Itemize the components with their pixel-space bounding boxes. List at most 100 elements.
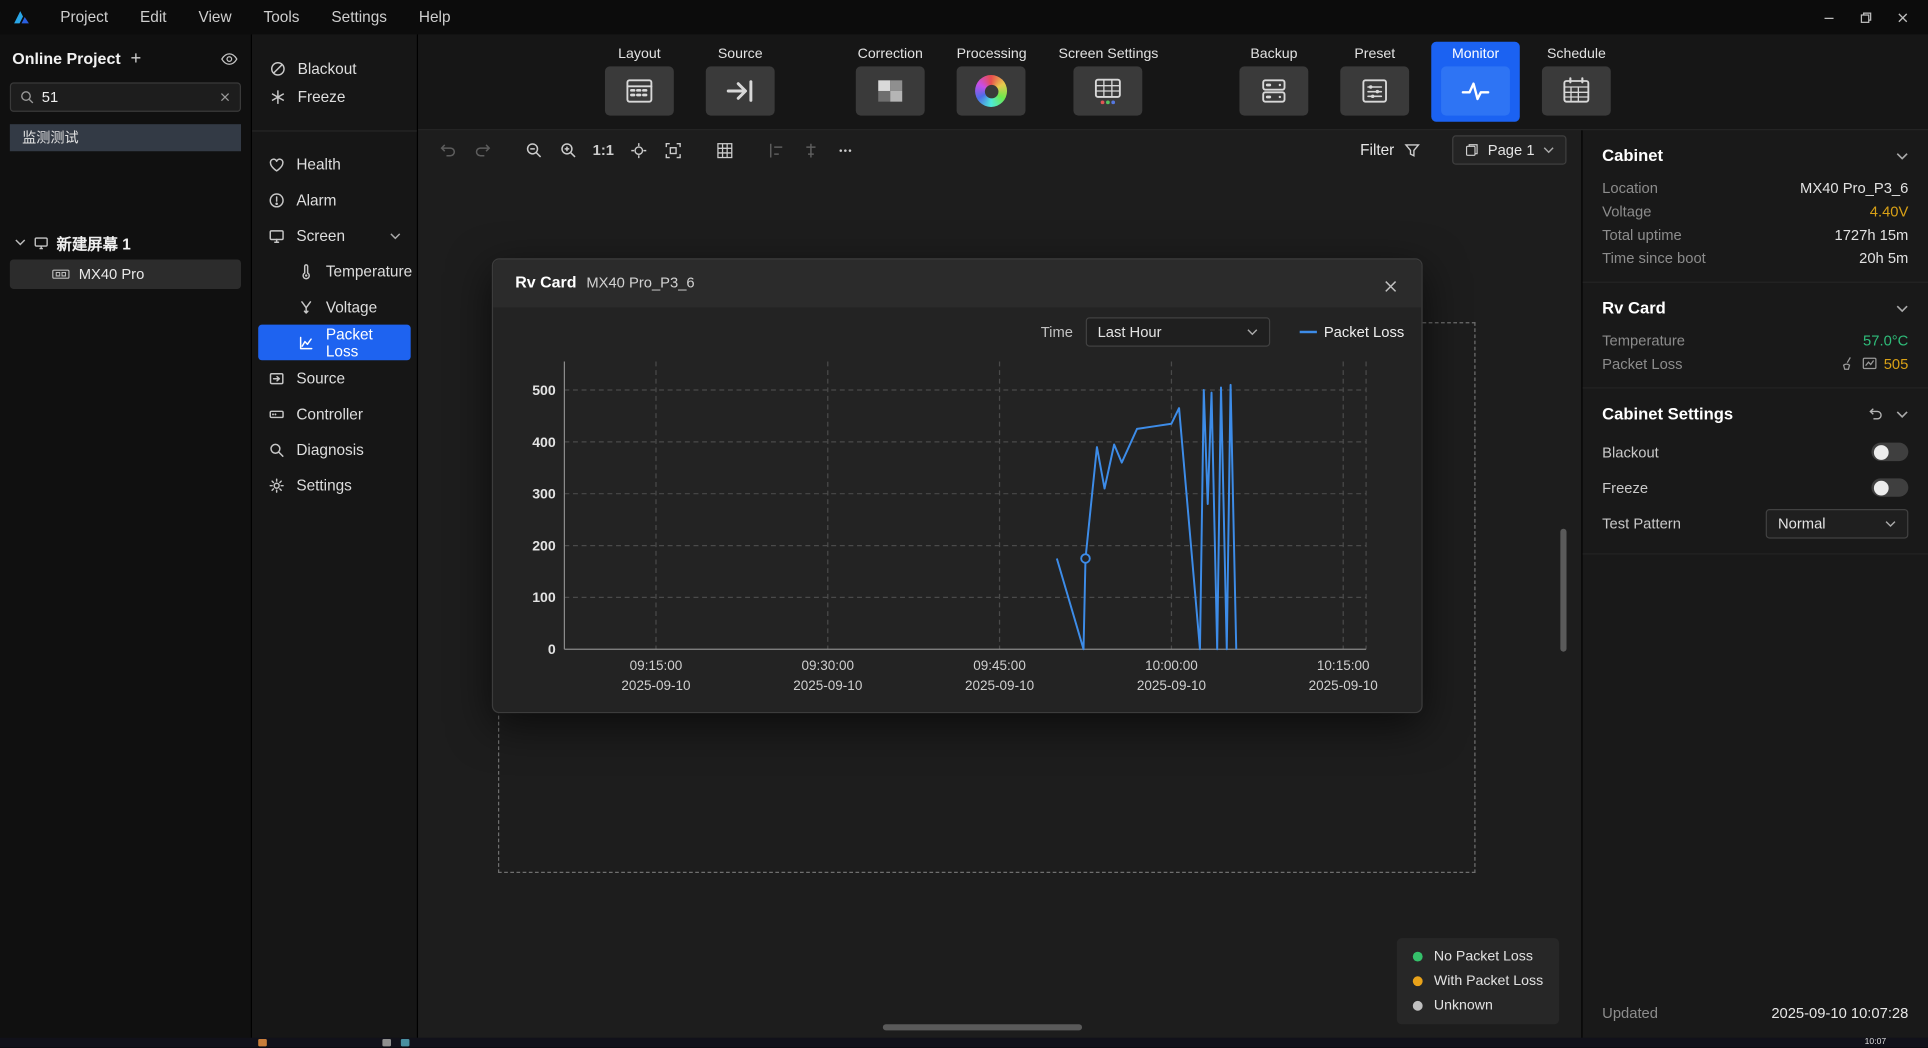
- freeze-status[interactable]: Freeze: [269, 88, 399, 105]
- undo-icon[interactable]: [433, 136, 463, 163]
- minimize-button[interactable]: [1810, 1, 1847, 33]
- health-icon: [268, 156, 285, 173]
- nav-item-settings[interactable]: Settings: [258, 467, 410, 503]
- nav-item-temperature[interactable]: Temperature: [258, 253, 410, 289]
- ribbon-label: Processing: [957, 47, 1027, 62]
- menu-tools[interactable]: Tools: [248, 2, 316, 32]
- ribbon-source-button[interactable]: Source: [696, 42, 785, 122]
- ribbon-monitor-button[interactable]: Monitor: [1431, 42, 1520, 122]
- ribbon-processing-button[interactable]: Processing: [947, 42, 1037, 122]
- grid-icon[interactable]: [710, 136, 740, 163]
- ribbon-backup-button[interactable]: Backup: [1230, 42, 1319, 122]
- svg-text:09:30:00: 09:30:00: [801, 658, 854, 673]
- test-pattern-select[interactable]: Normal: [1766, 508, 1909, 538]
- add-project-button[interactable]: +: [131, 49, 142, 67]
- rv-card-info-rows: Temperature57.0°CPacket Loss505: [1602, 328, 1908, 375]
- nav-item-packet-loss[interactable]: Packet Loss: [258, 325, 410, 361]
- menu-view[interactable]: View: [183, 2, 248, 32]
- project-search: [10, 82, 241, 112]
- zoom-out-icon[interactable]: [519, 136, 549, 163]
- project-panel: Online Project + 监测测试 新建屏幕 1: [0, 34, 252, 1037]
- dialog-subtitle: MX40 Pro_P3_6: [586, 274, 694, 291]
- reset-icon[interactable]: [1867, 406, 1884, 422]
- freeze-toggle[interactable]: [1871, 478, 1908, 496]
- screen-icon: [33, 234, 49, 250]
- voltage-icon: [298, 298, 315, 315]
- screen-icon: [268, 227, 285, 244]
- more-icon[interactable]: [830, 136, 860, 163]
- blackout-icon: [269, 60, 286, 77]
- funnel-icon[interactable]: [1404, 142, 1420, 158]
- ribbon-layout-button[interactable]: Layout: [595, 42, 684, 122]
- align-center-icon[interactable]: [796, 136, 826, 163]
- svg-text:09:15:00: 09:15:00: [630, 658, 683, 673]
- nav-item-voltage[interactable]: Voltage: [258, 289, 410, 325]
- eye-icon[interactable]: [220, 51, 238, 66]
- taskbar-clock: 10:07: [1865, 1038, 1887, 1048]
- nav-label: Source: [296, 369, 345, 386]
- svg-text:2025-09-10: 2025-09-10: [793, 678, 862, 693]
- blackout-status[interactable]: Blackout: [269, 60, 399, 77]
- nav-item-health[interactable]: Health: [258, 146, 410, 182]
- fit-screen-icon[interactable]: [658, 136, 688, 163]
- close-window-button[interactable]: [1884, 1, 1921, 33]
- taskbar-app-icon[interactable]: [258, 1039, 267, 1046]
- menu-edit[interactable]: Edit: [124, 2, 182, 32]
- redo-icon[interactable]: [467, 136, 497, 163]
- nav-item-alarm[interactable]: Alarm: [258, 182, 410, 218]
- menu-settings[interactable]: Settings: [315, 2, 403, 32]
- ribbon-correction-button[interactable]: Correction: [846, 42, 935, 122]
- nav-item-controller[interactable]: Controller: [258, 396, 410, 432]
- taskbar-app-icon[interactable]: [382, 1039, 391, 1046]
- ribbon-schedule-button[interactable]: Schedule: [1532, 42, 1621, 122]
- align-left-icon[interactable]: [762, 136, 792, 163]
- cabinet-settings-header[interactable]: Cabinet Settings: [1602, 405, 1908, 423]
- cabinet-section-header[interactable]: Cabinet: [1602, 146, 1908, 164]
- toggle-knob: [1874, 445, 1889, 460]
- close-dialog-button[interactable]: [1377, 273, 1404, 300]
- ribbon-group: Layout Source: [595, 42, 784, 122]
- page-selector[interactable]: Page 1: [1452, 135, 1566, 165]
- clear-icon[interactable]: [1839, 355, 1855, 371]
- series-label: Packet Loss: [1324, 323, 1404, 340]
- horizontal-scrollbar[interactable]: [883, 1024, 1082, 1030]
- nav-item-diagnosis[interactable]: Diagnosis: [258, 432, 410, 468]
- time-range-select[interactable]: Last Hour: [1085, 317, 1269, 347]
- fit-selection-icon[interactable]: [624, 136, 654, 163]
- os-taskbar[interactable]: 10:07: [0, 1038, 1928, 1048]
- time-range-value: Last Hour: [1098, 323, 1162, 340]
- menu-bar: ProjectEditViewToolsSettingsHelp: [0, 0, 1928, 34]
- taskbar-app-icon[interactable]: [401, 1039, 410, 1046]
- vertical-scrollbar[interactable]: [1560, 529, 1566, 652]
- canvas-toolbar: 1:1 Filter: [418, 130, 1581, 169]
- ribbon-label: Screen Settings: [1059, 47, 1159, 62]
- restore-button[interactable]: [1847, 1, 1884, 33]
- info-value: 505: [1884, 355, 1909, 372]
- clear-search-icon[interactable]: [219, 91, 231, 103]
- nav-label: Alarm: [296, 191, 336, 208]
- tree-item-device[interactable]: MX40 Pro: [10, 259, 241, 289]
- tree-item-label: 新建屏幕 1: [57, 231, 131, 254]
- freeze-label: Freeze: [298, 88, 346, 105]
- nav-item-source[interactable]: Source: [258, 360, 410, 396]
- rv-card-section-header[interactable]: Rv Card: [1602, 299, 1908, 317]
- zoom-in-icon[interactable]: [553, 136, 583, 163]
- ribbon-preset-button[interactable]: Preset: [1331, 42, 1420, 122]
- preset-icon: [1340, 66, 1409, 115]
- menu-help[interactable]: Help: [403, 2, 467, 32]
- filter-button[interactable]: Filter: [1360, 141, 1394, 158]
- setting-row-freeze: Freeze: [1602, 470, 1908, 506]
- zoom-ratio-button[interactable]: 1:1: [588, 136, 619, 163]
- tree-item-screen-group[interactable]: 新建屏幕 1: [10, 227, 241, 257]
- nav-item-screen[interactable]: Screen: [258, 218, 410, 254]
- chevron-down-icon: [1246, 328, 1257, 335]
- search-input[interactable]: [42, 89, 212, 106]
- pages-icon: [1464, 143, 1479, 158]
- menu-project[interactable]: Project: [44, 2, 124, 32]
- ribbon-screen-settings-button[interactable]: Screen Settings: [1049, 42, 1169, 122]
- search-result-item[interactable]: 监测测试: [10, 124, 241, 151]
- history-icon[interactable]: [1862, 355, 1878, 371]
- info-label: Location: [1602, 179, 1794, 196]
- blackout-toggle[interactable]: [1871, 443, 1908, 461]
- ribbon-label: Layout: [618, 47, 660, 62]
